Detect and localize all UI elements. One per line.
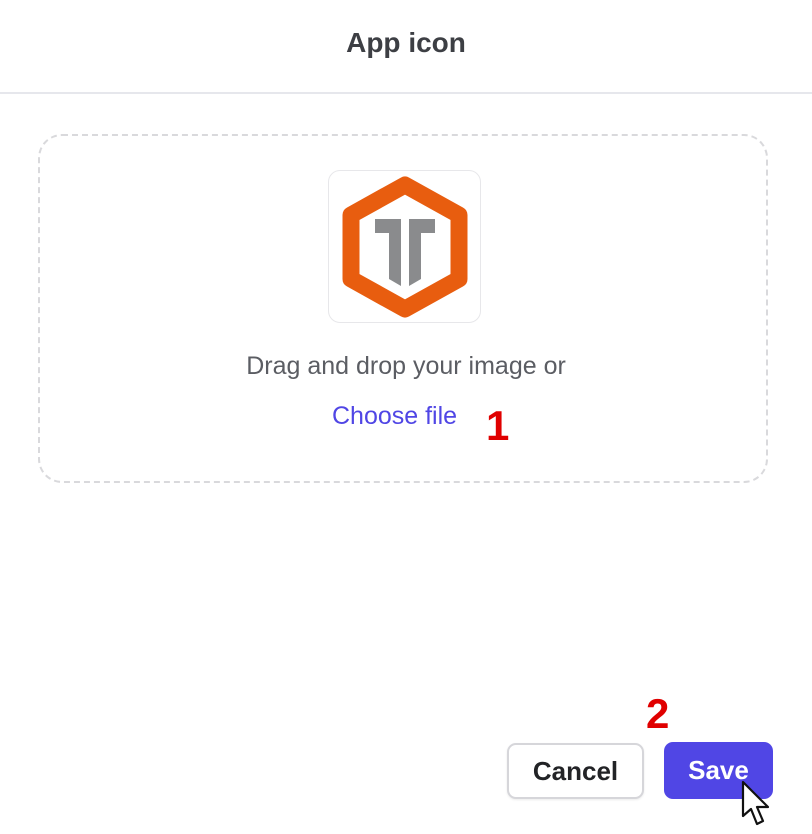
choose-file-row: Choose file	[0, 400, 812, 444]
dialog-title: App icon	[346, 27, 466, 58]
hexagon-logo-icon	[342, 176, 467, 317]
icon-preview	[328, 170, 481, 323]
cancel-button[interactable]: Cancel	[507, 743, 644, 799]
choose-file-link[interactable]: Choose file	[332, 402, 457, 431]
save-button[interactable]: Save	[664, 742, 773, 799]
step-2-marker: 2	[646, 690, 670, 737]
app-icon-dialog: App icon Drag and drop your image or Cho…	[0, 0, 812, 834]
drop-instructions: Drag and drop your image or	[246, 352, 566, 380]
dialog-header: App icon	[0, 0, 812, 94]
step-1-marker: 1	[486, 402, 510, 449]
